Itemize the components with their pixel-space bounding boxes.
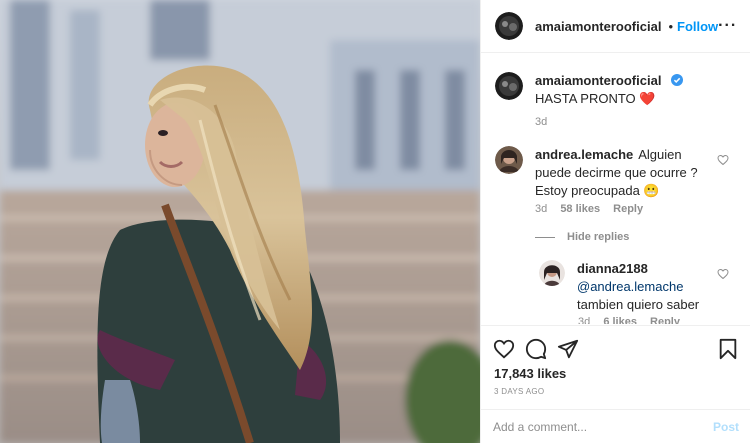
- comment-meta: 3d 58 likes Reply: [535, 203, 643, 215]
- reply-like-heart-icon[interactable]: [717, 268, 729, 280]
- heart-icon[interactable]: [493, 338, 515, 360]
- reply: dianna2188 @andrea.lemache tambien quier…: [539, 260, 739, 314]
- commenter-avatar[interactable]: [495, 146, 523, 174]
- post-header: amaiamonterooficial • Follow ···: [481, 0, 750, 53]
- hide-replies-label: Hide replies: [567, 231, 630, 243]
- post-side-panel: amaiamonterooficial • Follow ··· amaiamo…: [480, 0, 750, 443]
- separator-dot: •: [668, 18, 673, 34]
- comment-reply-button[interactable]: Reply: [613, 203, 643, 215]
- comment-like-heart-icon[interactable]: [717, 154, 729, 166]
- caption-emoji: ❤️: [639, 91, 656, 106]
- post-actions: 17,843 likes 3 DAYS AGO Post: [481, 325, 750, 443]
- more-options-icon[interactable]: ···: [718, 17, 737, 35]
- verified-badge-icon: [671, 74, 684, 86]
- hide-replies-button[interactable]: Hide replies: [535, 231, 629, 243]
- action-icons: [493, 338, 739, 362]
- comment-input[interactable]: [493, 420, 713, 434]
- reply-meta: 3d 6 likes Reply: [578, 316, 680, 324]
- comment-username[interactable]: andrea.lemache: [535, 147, 633, 162]
- author-avatar-small[interactable]: [495, 72, 523, 100]
- comment-bubble-icon[interactable]: [525, 338, 547, 360]
- caption-meta: 3d: [535, 116, 547, 128]
- author-avatar[interactable]: [495, 12, 523, 40]
- photo-image: [0, 0, 480, 443]
- post-comment-button[interactable]: Post: [713, 420, 739, 434]
- comment-age[interactable]: 3d: [535, 203, 547, 215]
- reply-reply-button[interactable]: Reply: [650, 316, 680, 324]
- reply-avatar[interactable]: [539, 260, 565, 286]
- paper-plane-icon[interactable]: [557, 338, 579, 360]
- caption-text: HASTA PRONTO: [535, 91, 636, 106]
- reply-username[interactable]: dianna2188: [577, 260, 725, 278]
- caption-username[interactable]: amaiamonterooficial: [535, 73, 661, 88]
- caption-age[interactable]: 3d: [535, 116, 547, 128]
- follow-button[interactable]: Follow: [677, 19, 718, 34]
- add-comment-bar: Post: [481, 409, 750, 443]
- bookmark-icon[interactable]: [717, 338, 739, 360]
- comments-list[interactable]: amaiamonterooficial HASTA PRONTO ❤️ 3d a…: [481, 54, 750, 324]
- comment-likes[interactable]: 58 likes: [560, 203, 600, 215]
- post-photo[interactable]: [0, 0, 480, 443]
- divider-line: [535, 236, 555, 238]
- reply-mention[interactable]: @andrea.lemache: [577, 278, 727, 296]
- comment: andrea.lemache Alguien puede decirme que…: [495, 146, 725, 200]
- caption: amaiamonterooficial HASTA PRONTO ❤️: [495, 72, 735, 108]
- post-date[interactable]: 3 DAYS AGO: [494, 387, 544, 396]
- like-count[interactable]: 17,843 likes: [494, 366, 566, 381]
- author-username[interactable]: amaiamonterooficial: [535, 19, 661, 34]
- reply-likes[interactable]: 6 likes: [603, 316, 637, 324]
- reply-age[interactable]: 3d: [578, 316, 590, 324]
- reply-text: tambien quiero saber: [577, 297, 700, 312]
- comment-emoji: 😬: [643, 183, 660, 198]
